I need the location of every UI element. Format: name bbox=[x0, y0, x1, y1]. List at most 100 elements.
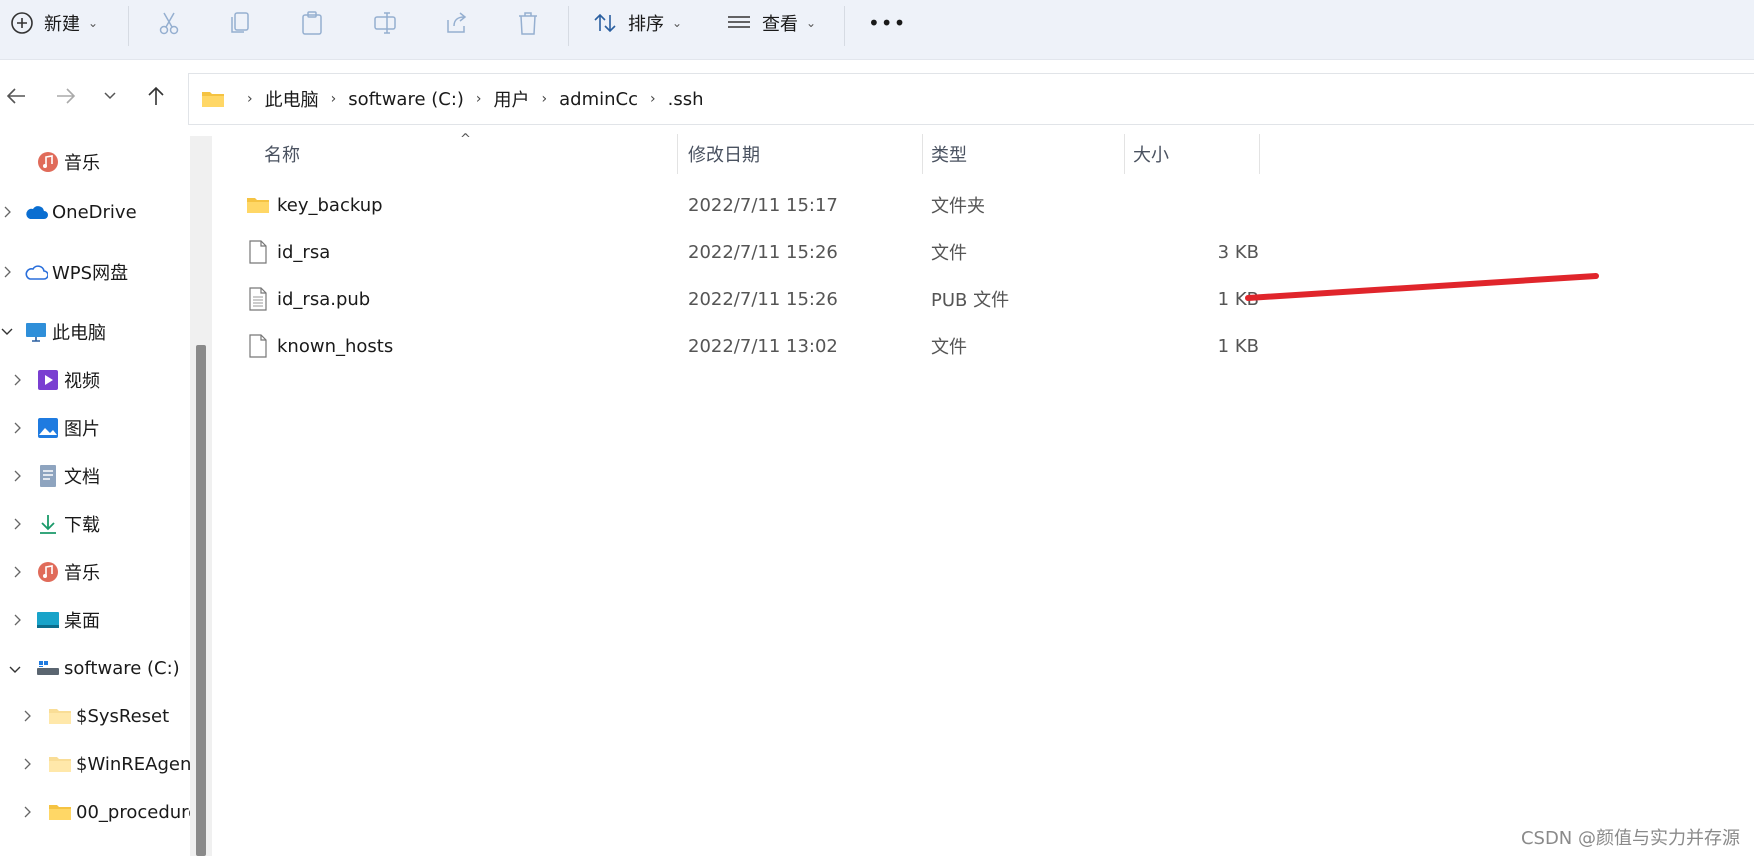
folder-icon bbox=[48, 752, 72, 776]
chevron-right-icon[interactable] bbox=[10, 469, 24, 483]
up-button[interactable] bbox=[140, 80, 172, 112]
sidebar-item-drive-c[interactable]: software (C:) bbox=[36, 648, 180, 688]
chevron-right-icon[interactable] bbox=[0, 205, 14, 219]
sidebar-item-winreagent[interactable]: $WinREAgent bbox=[48, 744, 190, 784]
share-button[interactable] bbox=[444, 0, 470, 45]
sidebar-item-music-pinned[interactable]: 音乐 bbox=[36, 142, 100, 182]
address-bar[interactable]: › 此电脑 › software (C:) › 用户 › adminCc › .… bbox=[188, 73, 1754, 125]
sidebar-item-this-pc[interactable]: 此电脑 bbox=[24, 312, 106, 352]
sidebar-item-label: 00_procedure bbox=[76, 801, 190, 823]
chevron-right-icon[interactable] bbox=[10, 517, 24, 531]
breadcrumb-user[interactable]: adminCc bbox=[559, 89, 638, 110]
clipboard-icon bbox=[302, 10, 322, 35]
chevron-down-icon: ⌄ bbox=[88, 15, 99, 30]
chevron-down-icon bbox=[104, 92, 116, 100]
sidebar-scrollbar-thumb[interactable] bbox=[196, 345, 206, 856]
sidebar-item-label: OneDrive bbox=[52, 201, 137, 223]
sidebar-item-pictures[interactable]: 图片 bbox=[36, 408, 100, 448]
toolbar-divider bbox=[128, 6, 129, 46]
sidebar-item-label: 图片 bbox=[64, 419, 100, 440]
view-label: 查看 bbox=[762, 13, 798, 35]
new-label: 新建 bbox=[44, 13, 80, 35]
folder-icon bbox=[48, 800, 72, 824]
desktop-icon bbox=[36, 608, 60, 632]
navigation-pane: 音乐 OneDrive WPS网盘 此电脑 视频 图片 文档 下载 音乐 桌面 … bbox=[0, 132, 190, 856]
file-list: 名称 ^ 修改日期 类型 大小 key_backup 2022/7/11 15:… bbox=[212, 132, 1754, 856]
rename-icon bbox=[374, 11, 396, 34]
breadcrumb-drive[interactable]: software (C:) bbox=[348, 89, 464, 110]
chevron-right-icon[interactable] bbox=[10, 565, 24, 579]
cut-button[interactable] bbox=[156, 0, 182, 45]
toolbar-divider bbox=[844, 6, 845, 46]
chevron-right-icon: › bbox=[247, 91, 253, 107]
trash-icon bbox=[519, 11, 537, 35]
video-icon bbox=[36, 368, 60, 392]
paste-button[interactable] bbox=[300, 0, 324, 45]
sidebar-item-label: 文档 bbox=[64, 467, 100, 488]
sidebar-item-label: 此电脑 bbox=[52, 323, 106, 344]
breadcrumb-ssh[interactable]: .ssh bbox=[668, 89, 704, 110]
folder-icon bbox=[202, 92, 224, 107]
cloud-outline-icon bbox=[24, 260, 48, 284]
sidebar-item-label: 下载 bbox=[64, 515, 100, 536]
sidebar-item-label: 桌面 bbox=[64, 611, 100, 632]
folder-icon bbox=[48, 704, 72, 728]
chevron-right-icon[interactable] bbox=[10, 421, 24, 435]
copy-icon bbox=[231, 11, 249, 33]
sidebar-item-documents[interactable]: 文档 bbox=[36, 456, 100, 496]
sidebar-item-videos[interactable]: 视频 bbox=[36, 360, 100, 400]
sidebar-item-wps-drive[interactable]: WPS网盘 bbox=[24, 252, 128, 292]
watermark: CSDN @颜值与实力并存源 bbox=[1520, 828, 1740, 849]
chevron-right-icon[interactable] bbox=[10, 613, 24, 627]
forward-button[interactable] bbox=[50, 80, 82, 112]
sidebar-item-label: 音乐 bbox=[64, 153, 100, 174]
share-icon bbox=[447, 11, 467, 33]
sidebar-item-label: 音乐 bbox=[64, 563, 100, 584]
drive-icon bbox=[36, 656, 60, 680]
document-icon bbox=[36, 464, 60, 488]
sort-label: 排序 bbox=[628, 13, 664, 35]
music-icon bbox=[36, 150, 60, 174]
sidebar-item-procedure[interactable]: 00_procedure bbox=[48, 792, 190, 832]
sidebar-item-music[interactable]: 音乐 bbox=[36, 552, 100, 592]
arrow-left-icon bbox=[6, 88, 25, 104]
sidebar-item-desktop[interactable]: 桌面 bbox=[36, 600, 100, 640]
rename-button[interactable] bbox=[372, 0, 398, 45]
new-button[interactable]: 新建 ⌄ bbox=[10, 0, 98, 45]
annotation-stroke bbox=[1245, 273, 1599, 301]
scissors-icon bbox=[159, 12, 179, 34]
sort-button[interactable]: 排序 ⌄ bbox=[592, 0, 682, 45]
command-bar: 新建 ⌄ 排序 ⌄ 查看 ⌄ ••• bbox=[0, 0, 1754, 60]
chevron-right-icon[interactable] bbox=[20, 709, 34, 723]
music-icon bbox=[36, 560, 60, 584]
chevron-right-icon[interactable] bbox=[20, 757, 34, 771]
sort-icon bbox=[594, 13, 616, 32]
recent-locations-button[interactable] bbox=[94, 80, 126, 112]
back-button[interactable] bbox=[0, 80, 32, 112]
sidebar-item-downloads[interactable]: 下载 bbox=[36, 504, 100, 544]
view-button[interactable]: 查看 ⌄ bbox=[726, 0, 816, 45]
chevron-right-icon: › bbox=[650, 91, 656, 107]
sidebar-item-sysreset[interactable]: $SysReset bbox=[48, 696, 169, 736]
chevron-right-icon[interactable] bbox=[10, 373, 24, 387]
chevron-right-icon: › bbox=[541, 91, 548, 107]
chevron-right-icon[interactable] bbox=[0, 265, 14, 279]
chevron-down-icon: ⌄ bbox=[806, 15, 817, 30]
chevron-right-icon: › bbox=[330, 91, 337, 107]
sidebar-item-label: 视频 bbox=[64, 371, 100, 392]
breadcrumb-this-pc[interactable]: 此电脑 bbox=[265, 86, 319, 112]
delete-button[interactable] bbox=[516, 0, 540, 45]
breadcrumb-users[interactable]: 用户 bbox=[494, 86, 530, 112]
plus-circle-icon bbox=[11, 11, 33, 34]
sidebar-item-label: software (C:) bbox=[64, 657, 180, 679]
sidebar-item-label: $WinREAgent bbox=[76, 753, 190, 775]
arrow-up-icon bbox=[148, 86, 164, 105]
chevron-down-icon[interactable] bbox=[0, 325, 14, 339]
chevron-right-icon[interactable] bbox=[20, 805, 34, 819]
list-view-icon bbox=[728, 15, 750, 28]
more-options-button[interactable]: ••• bbox=[868, 0, 906, 45]
chevron-down-icon[interactable] bbox=[8, 663, 22, 677]
copy-button[interactable] bbox=[228, 0, 252, 45]
sidebar-item-onedrive[interactable]: OneDrive bbox=[24, 192, 137, 232]
toolbar-divider bbox=[568, 6, 569, 46]
